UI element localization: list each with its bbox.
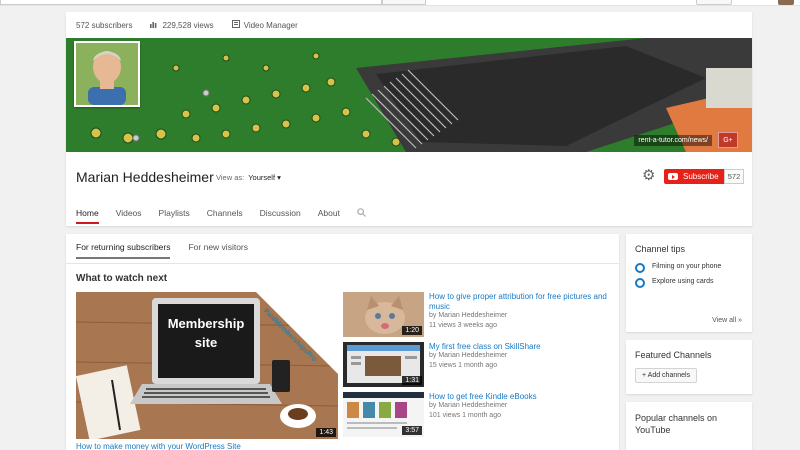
list-item: 1:20 How to give proper attribution for … [343,292,619,338]
divider [66,263,619,264]
list-item: 1:31 My first free class on SkillShare b… [343,342,619,388]
subscriber-count: 572 [724,169,744,184]
view-as-selector[interactable]: View as: Yourself ▾ [216,173,281,182]
video-manager-icon [231,20,240,30]
tab-discussion[interactable]: Discussion [260,208,301,226]
channel-tips-title: Channel tips [635,244,686,254]
tip-circle-icon [635,263,645,273]
account-avatar[interactable] [778,0,794,5]
video-thumbnail[interactable]: 1:31 [343,342,424,387]
subscriber-stat: 572 subscribers [76,20,133,30]
tab-returning-subscribers[interactable]: For returning subscribers [76,242,171,259]
video-title[interactable]: How to give proper attribution for free … [429,292,619,312]
gear-icon[interactable]: ⚙ [642,168,658,184]
view-all-link[interactable]: View all » [712,317,742,324]
thumbnail-caption: Membership site [167,316,245,350]
subscribe-button[interactable]: Subscribe [664,169,724,184]
channel-stats: 572 subscribers 229,528 views Video Mana… [66,12,752,38]
banner-website-link[interactable]: rent-a-tutor.com/news/ [634,135,712,146]
list-item: 3:57 How to get free Kindle eBooks by Ma… [343,392,619,438]
channel-name: Marian Heddesheimer [76,169,214,185]
video-duration: 3:57 [402,426,422,435]
tab-new-visitors[interactable]: For new visitors [188,242,248,259]
video-title[interactable]: My first free class on SkillShare [429,342,619,352]
bar-chart-icon [150,21,158,30]
video-thumbnail[interactable]: 1:20 [343,292,424,337]
video-meta: 101 views 1 month ago [429,412,501,419]
gplus-link-icon[interactable]: G+ [718,132,738,148]
tip-item[interactable]: Filming on your phone [626,262,752,273]
channel-avatar[interactable] [74,41,140,107]
video-title[interactable]: How to get free Kindle eBooks [429,392,619,402]
tip-item[interactable]: Explore using cards [626,277,752,288]
tab-home[interactable]: Home [76,208,99,226]
video-author[interactable]: by Marian Heddesheimer [429,352,507,359]
video-duration: 1:31 [402,376,422,385]
video-thumbnail[interactable]: 3:57 [343,392,424,437]
youtube-play-icon [668,173,678,180]
channel-header: 572 subscribers 229,528 views Video Mana… [66,12,752,226]
masthead [0,0,800,6]
tab-videos[interactable]: Videos [116,208,142,226]
tab-playlists[interactable]: Playlists [159,208,190,226]
video-duration: 1:20 [402,326,422,335]
section-title: What to watch next [76,273,168,284]
featured-channels-title: Featured Channels [635,350,712,360]
video-author[interactable]: by Marian Heddesheimer [429,312,507,319]
video-meta: 11 views 3 weeks ago [429,322,497,329]
video-manager-link[interactable]: Video Manager [231,20,298,30]
home-subtabs: For returning subscribers For new visito… [76,242,266,259]
tab-channels[interactable]: Channels [207,208,243,226]
add-channels-button[interactable]: + Add channels [635,368,698,383]
search-input[interactable] [0,0,382,5]
search-icon[interactable] [357,208,366,226]
video-author[interactable]: by Marian Heddesheimer [429,402,507,409]
tip-circle-icon [635,278,645,288]
channel-tabs: Home Videos Playlists Channels Discussio… [76,208,383,226]
featured-video-title[interactable]: How to make money with your WordPress Si… [76,442,241,450]
tab-about[interactable]: About [318,208,340,226]
popular-channels-title: Popular channels on YouTube [635,413,718,435]
channel-banner: rent-a-tutor.com/news/ G+ [66,38,752,152]
upload-button[interactable] [696,0,732,5]
featured-video-thumbnail[interactable]: Membership site PaidMembershipsPro 1:43 [76,292,338,439]
video-duration: 1:43 [316,428,336,437]
views-stat: 229,528 views [150,21,214,30]
search-button[interactable] [382,0,426,5]
home-content: For returning subscribers For new visito… [66,234,619,450]
channel-tips-panel: Channel tips Filming on your phone Explo… [626,234,752,332]
featured-channels-panel: Featured Channels + Add channels [626,340,752,394]
video-meta: 15 views 1 month ago [429,362,498,369]
popular-channels-panel: Popular channels on YouTube [626,402,752,450]
